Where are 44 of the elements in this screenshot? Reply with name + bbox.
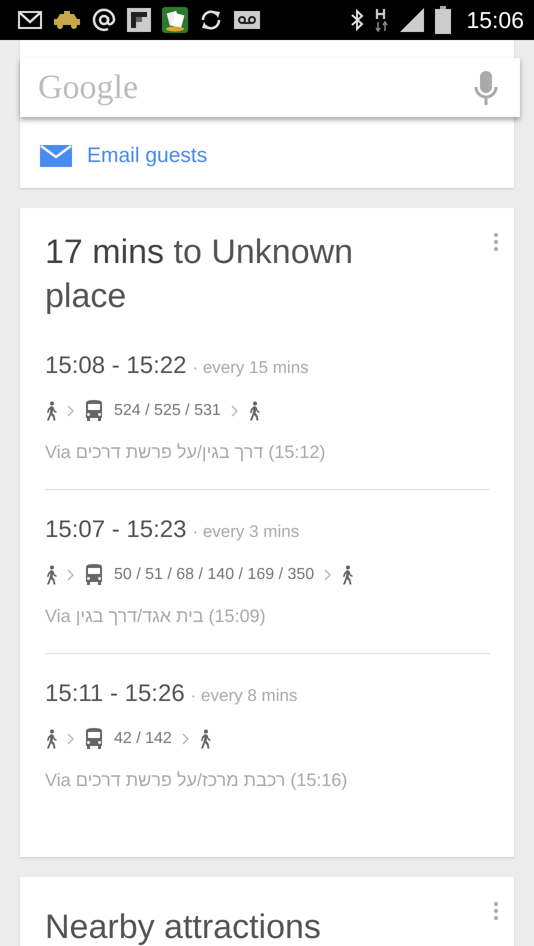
walking-person-icon [341, 565, 354, 585]
chevron-icon [67, 733, 74, 745]
voicemail-icon [234, 11, 260, 29]
signal-bars-icon [400, 8, 424, 32]
departure-times: 15:07 - 15:23 [45, 516, 186, 544]
hspa-data-icon [375, 8, 390, 32]
bus-lines: 524 / 525 / 531 [114, 402, 221, 420]
clock: 15:06 [466, 6, 524, 34]
walking-person-icon [248, 401, 260, 421]
bus-lines: 42 / 142 [114, 730, 172, 748]
frequency-text: · every 15 mins [192, 358, 309, 378]
overflow-menu-icon[interactable] [494, 902, 498, 920]
chevron-icon [67, 569, 74, 581]
bus-icon [84, 564, 104, 586]
at-sign-icon [92, 8, 116, 32]
envelope-icon [40, 145, 72, 167]
frequency-text: · every 8 mins [190, 686, 298, 706]
mail-icon [18, 11, 42, 29]
card-title: 17 mins to Unknown place [45, 232, 354, 317]
bus-icon [84, 400, 104, 422]
email-guests-link[interactable]: Email guests [20, 144, 208, 188]
battery-icon [435, 6, 452, 34]
chevron-icon [67, 405, 74, 417]
sync-icon [199, 8, 223, 32]
microphone-icon[interactable] [474, 70, 498, 104]
search-bar[interactable]: Google [20, 58, 520, 117]
card-title: Nearby attractions [45, 907, 322, 946]
chevron-icon [324, 569, 332, 581]
overflow-menu-icon[interactable] [494, 233, 498, 251]
bus-lines: 50 / 51 / 68 / 140 / 169 / 350 [114, 566, 314, 584]
departure-times: 15:11 - 15:26 [45, 680, 185, 708]
taxi-icon [53, 11, 81, 29]
google-logo: Google [38, 68, 138, 106]
walking-person-icon [45, 401, 57, 421]
card-game-icon [162, 7, 188, 33]
frequency-text: · every 3 mins [192, 522, 300, 542]
bus-icon [84, 728, 104, 750]
chevron-icon [182, 733, 189, 745]
bluetooth-icon [350, 9, 364, 31]
walking-person-icon [45, 729, 57, 749]
walking-person-icon [198, 729, 211, 749]
chevron-icon [230, 405, 238, 417]
walking-person-icon [45, 565, 57, 585]
departure-times: 15:08 - 15:22 [45, 352, 186, 380]
